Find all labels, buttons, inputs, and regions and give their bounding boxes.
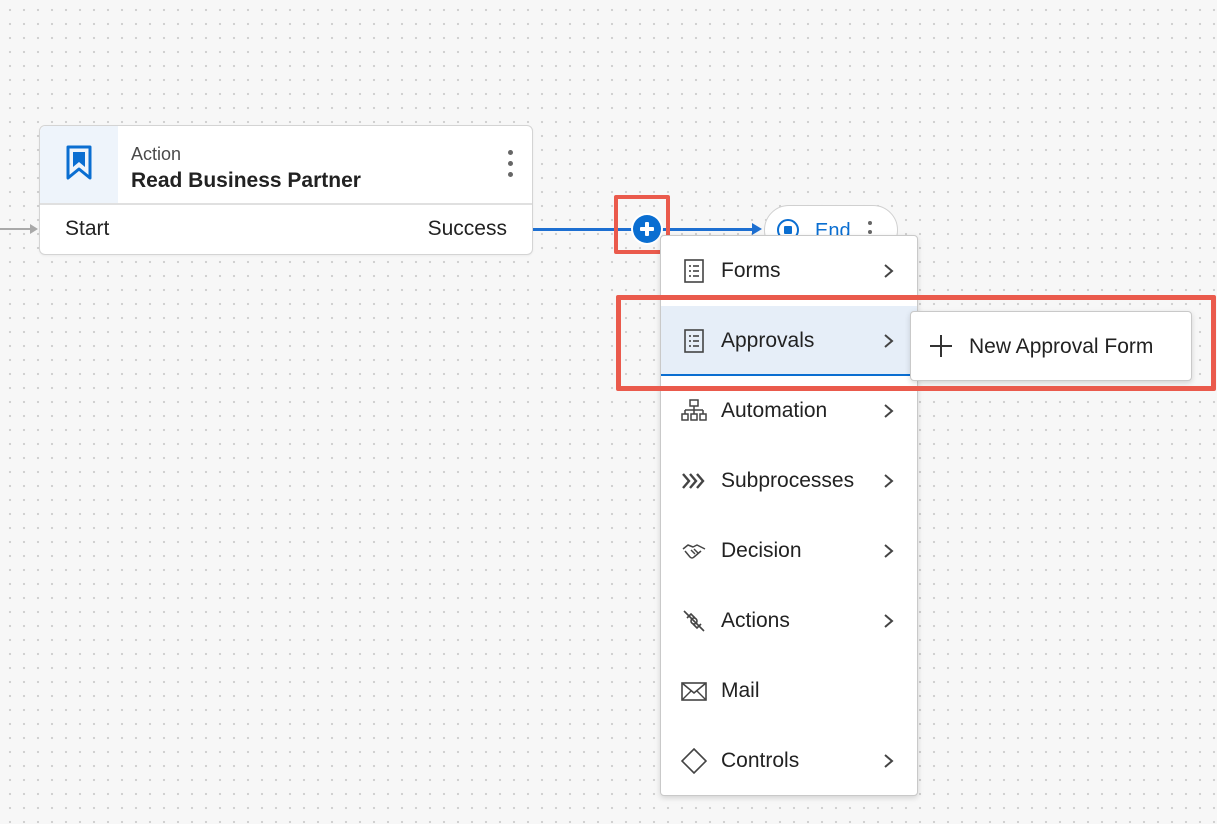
card-divider bbox=[40, 203, 532, 205]
menu-item-label: Controls bbox=[721, 749, 800, 772]
incoming-arrow-icon bbox=[30, 224, 38, 234]
menu-item-controls[interactable]: Controls bbox=[661, 726, 917, 796]
form-icon bbox=[684, 259, 704, 283]
unlink-icon bbox=[683, 610, 705, 632]
start-port-label: Start bbox=[65, 217, 110, 240]
chevron-right-icon bbox=[884, 474, 894, 488]
menu-item-mail[interactable]: Mail bbox=[661, 656, 917, 726]
chevron-right-icon bbox=[884, 544, 894, 558]
action-icon-box bbox=[40, 126, 118, 204]
diamond-icon bbox=[681, 748, 707, 774]
success-port-label: Success bbox=[427, 217, 507, 240]
menu-item-label: Automation bbox=[721, 399, 828, 422]
chevron-right-icon bbox=[884, 264, 894, 278]
menu-item-label: Subprocesses bbox=[721, 469, 855, 492]
action-node-card[interactable]: Action Read Business Partner Start Succe… bbox=[39, 125, 533, 255]
menu-item-label: Forms bbox=[721, 259, 781, 282]
approvals-highlight bbox=[616, 295, 1216, 391]
menu-item-label: Mail bbox=[721, 679, 760, 702]
more-options-icon[interactable] bbox=[503, 148, 519, 182]
node-title: Read Business Partner bbox=[131, 169, 361, 192]
node-type-label: Action bbox=[131, 144, 182, 164]
bookmark-icon bbox=[66, 145, 92, 180]
menu-item-label: Actions bbox=[721, 609, 790, 632]
handshake-icon bbox=[682, 544, 706, 559]
menu-item-subprocesses[interactable]: Subprocesses bbox=[661, 446, 917, 516]
chevron-right-icon bbox=[884, 614, 894, 628]
menu-item-decision[interactable]: Decision bbox=[661, 516, 917, 586]
envelope-icon bbox=[681, 682, 707, 701]
chevrons-icon bbox=[682, 473, 705, 489]
chevron-right-icon bbox=[884, 404, 894, 418]
menu-item-label: Decision bbox=[721, 539, 802, 562]
hierarchy-icon bbox=[681, 399, 707, 421]
incoming-connector bbox=[0, 228, 32, 230]
menu-item-actions[interactable]: Actions bbox=[661, 586, 917, 656]
chevron-right-icon bbox=[884, 754, 894, 768]
connector-arrow-icon bbox=[752, 223, 762, 235]
